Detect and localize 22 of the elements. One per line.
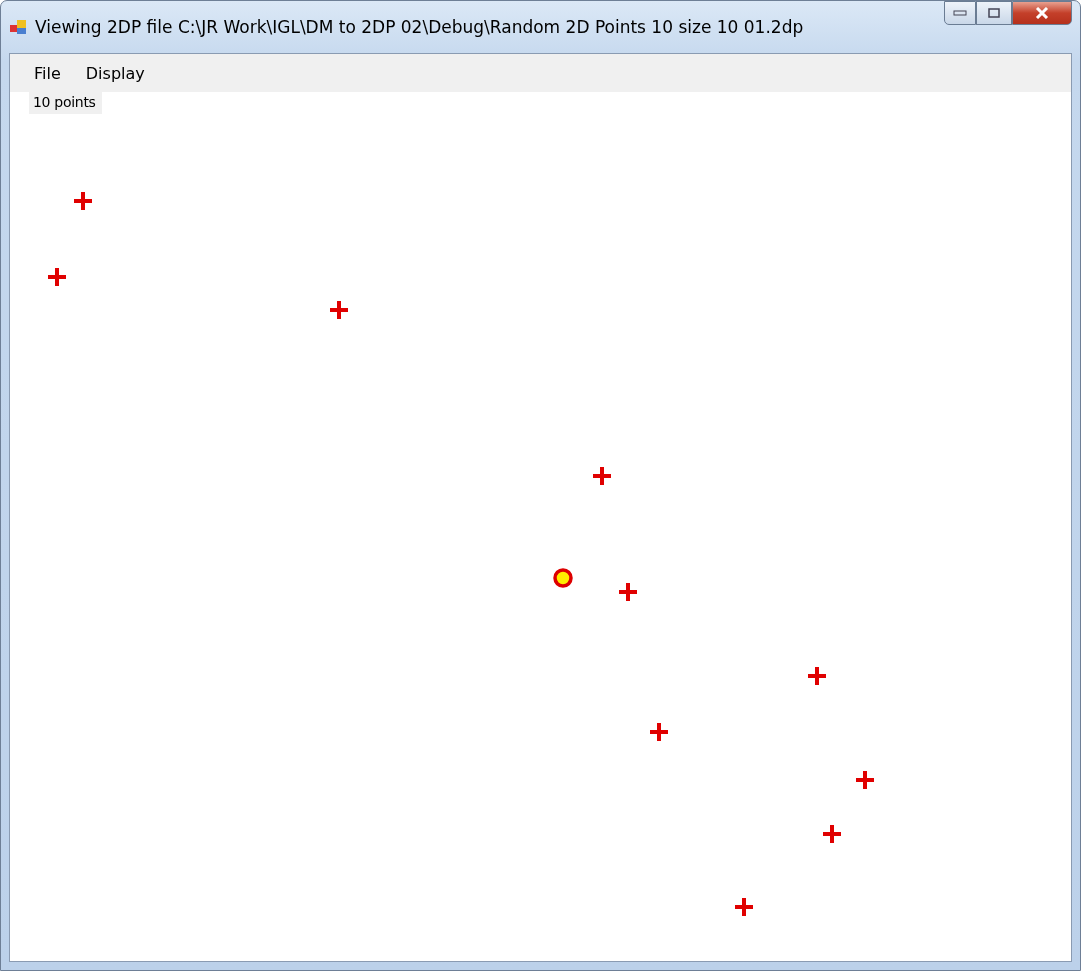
maximize-icon xyxy=(988,8,1000,18)
menu-item[interactable]: Display xyxy=(75,59,160,87)
minimize-icon xyxy=(953,10,967,16)
cross-marker xyxy=(821,823,843,845)
close-button[interactable] xyxy=(1012,1,1072,25)
maximize-button[interactable] xyxy=(976,1,1012,25)
cross-marker xyxy=(617,581,639,603)
window-title: Viewing 2DP file C:\JR Work\IGL\DM to 2DP 02\Debug\Random 2D Points 10 size 10 01.2dp xyxy=(35,17,804,37)
minimize-button[interactable] xyxy=(944,1,976,25)
app-icon xyxy=(9,19,27,35)
cross-marker xyxy=(72,190,94,212)
menu-item[interactable]: File xyxy=(24,59,76,87)
cross-marker xyxy=(648,721,670,743)
cross-marker xyxy=(806,665,828,687)
close-icon xyxy=(1035,7,1049,19)
cross-marker xyxy=(591,465,613,487)
point-count-label: 10 points xyxy=(29,92,102,114)
cross-marker xyxy=(46,266,68,288)
cross-marker xyxy=(733,896,755,918)
cross-marker xyxy=(328,299,350,321)
circle-marker xyxy=(553,568,573,588)
cross-marker xyxy=(854,769,876,791)
